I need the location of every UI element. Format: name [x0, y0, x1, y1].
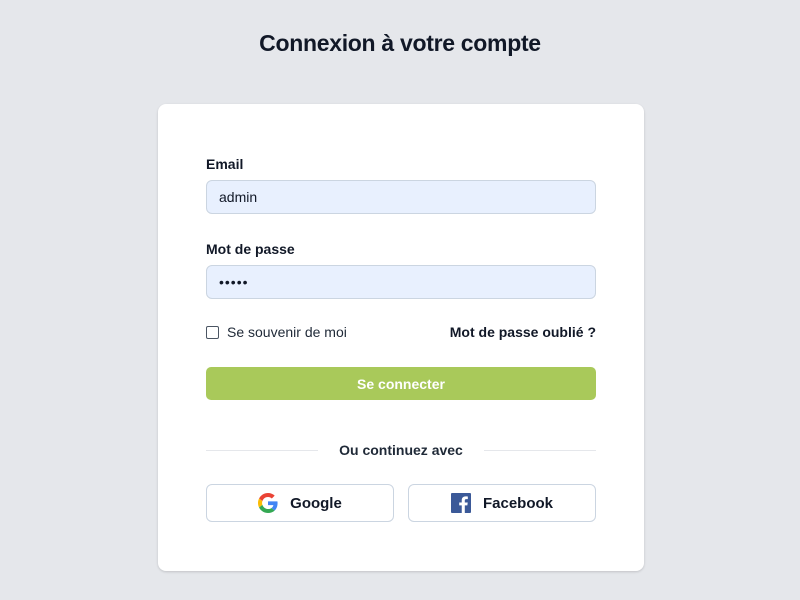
google-login-button[interactable]: Google — [206, 484, 394, 522]
password-field[interactable] — [206, 265, 596, 299]
login-page: Connexion à votre compte Email Mot de pa… — [0, 0, 800, 600]
email-label: Email — [206, 156, 244, 172]
divider-line-right — [484, 450, 596, 451]
remember-me-label: Se souvenir de moi — [227, 324, 347, 340]
facebook-button-label: Facebook — [482, 494, 554, 512]
google-button-label: Google — [290, 494, 342, 512]
login-button[interactable]: Se connecter — [206, 367, 596, 400]
email-field[interactable] — [206, 180, 596, 214]
google-icon — [258, 493, 278, 513]
social-divider: Ou continuez avec — [206, 442, 596, 460]
facebook-login-button[interactable]: Facebook — [408, 484, 596, 522]
checkbox-box[interactable] — [206, 325, 219, 339]
login-card: Email Mot de passe Se souvenir de moi Mo… — [158, 104, 644, 571]
password-label: Mot de passe — [206, 241, 295, 257]
forgot-password-link[interactable]: Mot de passe oublié ? — [450, 324, 596, 340]
page-title: Connexion à votre compte — [259, 30, 541, 56]
remember-me-checkbox[interactable]: Se souvenir de moi — [206, 324, 347, 340]
facebook-icon — [450, 493, 471, 513]
